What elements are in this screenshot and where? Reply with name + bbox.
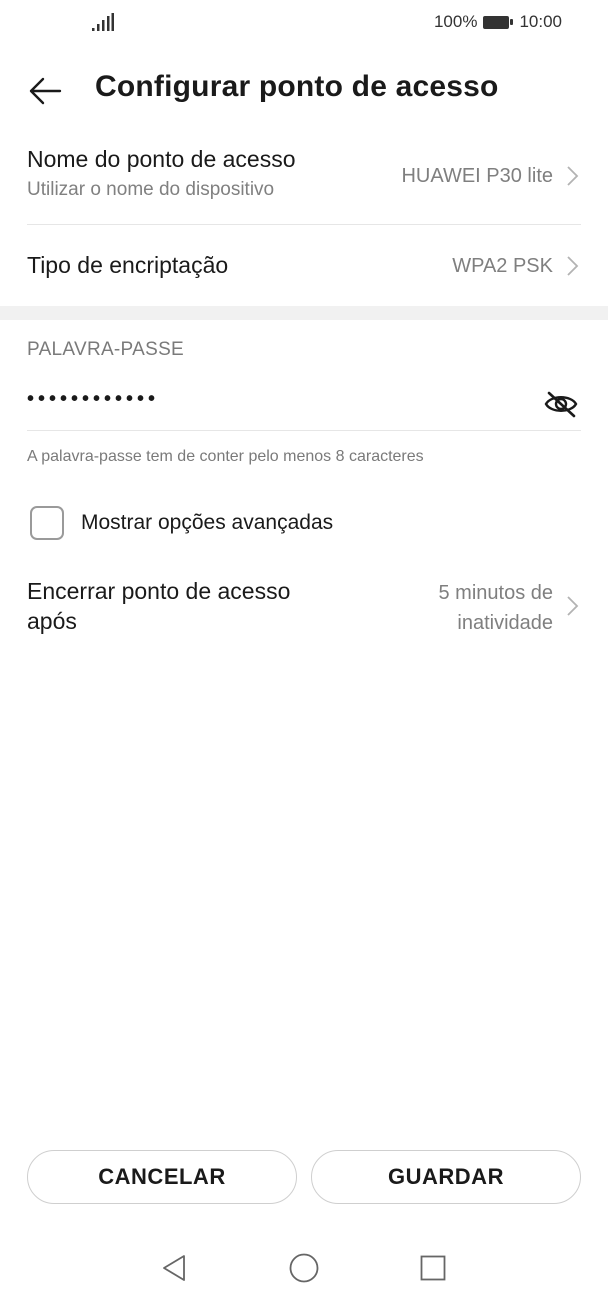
nav-back-button[interactable] xyxy=(154,1248,194,1288)
encryption-type-row[interactable]: Tipo de encriptação WPA2 PSK xyxy=(27,252,581,284)
divider xyxy=(27,224,581,225)
signal-icon xyxy=(92,13,114,31)
system-nav-bar xyxy=(0,1240,608,1290)
eye-off-icon xyxy=(544,391,578,418)
status-bar: 100% 10:00 xyxy=(0,0,608,46)
save-button[interactable]: GUARDAR xyxy=(311,1150,581,1204)
hotspot-config-screen: 100% 10:00 Configurar ponto de acesso No… xyxy=(0,0,608,1301)
status-right: 100% 10:00 xyxy=(434,12,562,32)
chevron-right-icon xyxy=(567,166,579,186)
nav-recents-button[interactable] xyxy=(413,1248,453,1288)
arrow-left-icon xyxy=(29,77,62,105)
back-button[interactable] xyxy=(22,68,68,114)
show-advanced-options-row[interactable]: Mostrar opções avançadas xyxy=(30,505,333,541)
hotspot-name-value: HUAWEI P30 lite xyxy=(401,165,553,187)
shutdown-value-line2: inatividade xyxy=(457,612,553,634)
chevron-right-icon xyxy=(567,256,579,276)
password-underline xyxy=(27,430,581,431)
shutdown-value: 5 minutos de inatividade xyxy=(438,578,553,638)
battery-percent: 100% xyxy=(433,12,478,31)
app-bar: Configurar ponto de acesso xyxy=(0,60,608,116)
clock: 10:00 xyxy=(519,12,562,31)
toggle-password-visibility-button[interactable] xyxy=(541,386,581,422)
page-title: Configurar ponto de acesso xyxy=(95,70,499,103)
hotspot-name-row[interactable]: Nome do ponto de acesso Utilizar o nome … xyxy=(27,146,581,218)
circle-home-icon xyxy=(289,1253,319,1283)
password-value: •••••••••••• xyxy=(27,388,160,410)
battery-icon xyxy=(483,15,514,29)
password-input[interactable]: •••••••••••• xyxy=(27,384,581,428)
triangle-back-icon xyxy=(163,1255,185,1281)
shutdown-hotspot-row[interactable]: Encerrar ponto de acesso após 5 minutos … xyxy=(27,576,581,638)
show-advanced-label: Mostrar opções avançadas xyxy=(81,511,334,534)
shutdown-value-line1: 5 minutos de xyxy=(438,582,553,604)
nav-home-button[interactable] xyxy=(284,1248,324,1288)
chevron-right-icon xyxy=(567,596,579,616)
cancel-button[interactable]: CANCELAR xyxy=(27,1150,297,1204)
show-advanced-checkbox[interactable] xyxy=(30,506,64,540)
square-recent-icon xyxy=(420,1255,446,1281)
password-section-label: PALAVRA-PASSE xyxy=(27,339,185,360)
password-hint: A palavra-passe tem de conter pelo menos… xyxy=(27,448,424,465)
encryption-type-value: WPA2 PSK xyxy=(452,255,553,277)
section-separator xyxy=(0,306,608,320)
